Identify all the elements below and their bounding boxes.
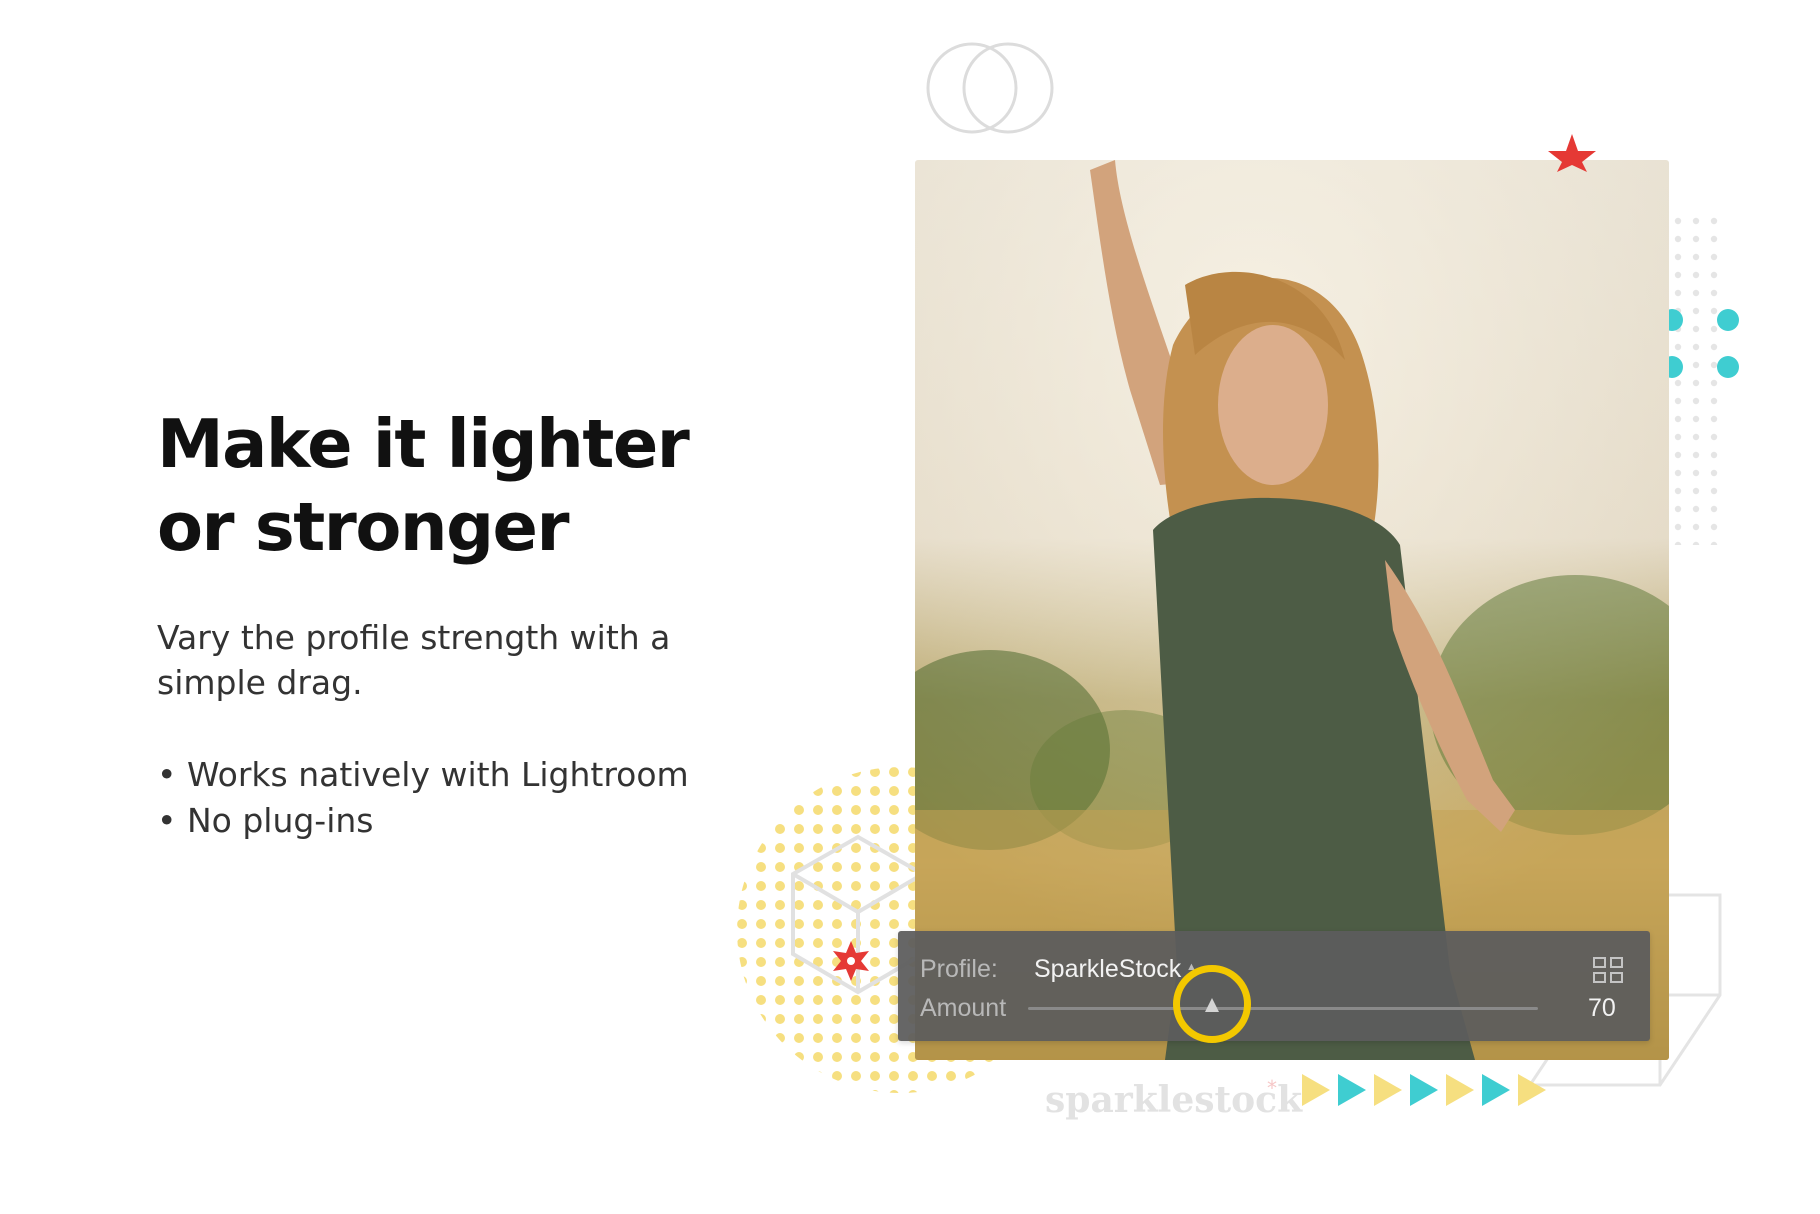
sample-photo <box>915 160 1669 1060</box>
feature-list: Works natively with Lightroom No plug-in… <box>157 752 689 844</box>
amount-slider[interactable] <box>1028 1007 1538 1010</box>
star-icon <box>1548 134 1596 172</box>
photo-illustration <box>915 160 1669 1060</box>
profile-panel: Profile: SparkleStock ▲ Amount 70 <box>898 931 1650 1043</box>
headline: Make it lighter or stronger <box>157 403 797 569</box>
arrow-row-decoration <box>1302 1074 1546 1106</box>
feature-item: No plug-ins <box>157 798 689 844</box>
profile-dropdown[interactable]: SparkleStock <box>1034 955 1181 984</box>
svg-text:*: * <box>1267 1076 1277 1100</box>
profile-label: Profile: <box>920 955 998 983</box>
headline-line-1: Make it lighter <box>157 405 690 483</box>
watermark-text: sparklestock <box>1045 1079 1303 1121</box>
amount-value[interactable]: 70 <box>1588 994 1616 1023</box>
grid-icon[interactable] <box>1593 957 1623 983</box>
highlight-ring <box>1172 965 1251 1043</box>
asterisk-star-icon <box>833 941 869 981</box>
amount-label: Amount <box>920 994 1007 1022</box>
headline-line-2: or stronger <box>157 488 570 566</box>
subtext: Vary the profile strength with a simple … <box>157 618 671 702</box>
feature-item: Works natively with Lightroom <box>157 752 689 798</box>
rings-decoration <box>926 42 1054 134</box>
